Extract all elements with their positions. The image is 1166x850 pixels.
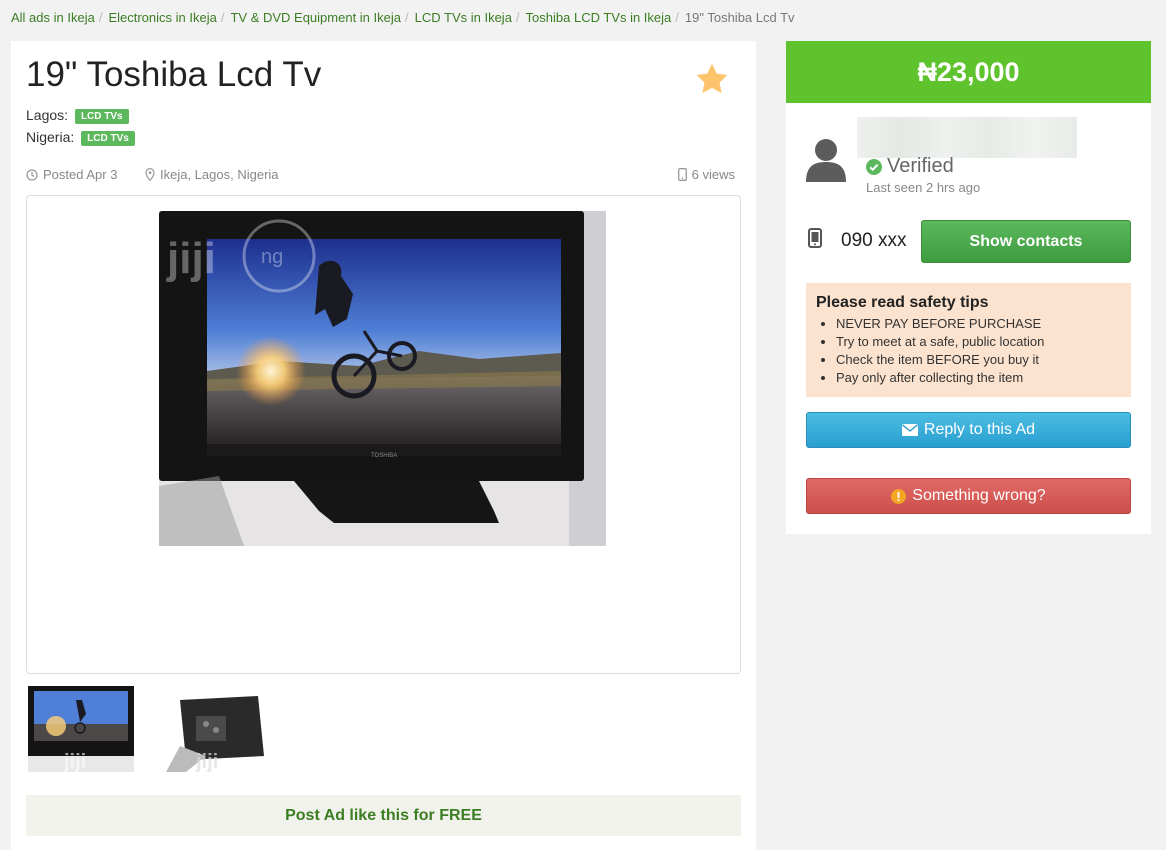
reply-label: Reply to this Ad — [923, 421, 1036, 438]
seller-sidebar: ₦23,000 Verified Last seen 2 hrs ago 090… — [786, 41, 1151, 534]
safety-tip: Pay only after collecting the item — [836, 369, 1121, 387]
safety-tip: Check the item BEFORE you buy it — [836, 351, 1121, 369]
last-seen: Last seen 2 hrs ago — [866, 180, 981, 195]
breadcrumb-link-tv-dvd[interactable]: TV & DVD Equipment in Ikeja — [230, 10, 401, 25]
phone-icon — [808, 228, 822, 248]
svg-text:ng: ng — [261, 246, 283, 268]
tv-brand-label: TOSHIBA — [371, 453, 397, 459]
category-line-lagos: Lagos: LCD TVs — [26, 107, 129, 124]
verified-label: Verified — [887, 155, 954, 177]
posted-text: Posted Apr 3 — [43, 167, 118, 182]
location-text: Ikeja, Lagos, Nigeria — [160, 167, 279, 182]
user-silhouette-icon — [806, 139, 846, 182]
breadcrumb-link-all-ads[interactable]: All ads in Ikeja — [11, 10, 95, 25]
thumbnail-image-2[interactable]: jiji — [166, 686, 272, 772]
breadcrumb-link-toshiba-lcd[interactable]: Toshiba LCD TVs in Ikeja — [526, 10, 672, 25]
map-pin-icon — [145, 168, 155, 181]
exclamation-circle-icon — [891, 488, 907, 504]
category-badge[interactable]: LCD TVs — [81, 131, 135, 146]
category-region: Nigeria: — [26, 129, 75, 145]
wrong-label: Something wrong? — [912, 487, 1046, 504]
reply-to-ad-button[interactable]: Reply to this Ad — [806, 412, 1131, 448]
envelope-icon — [901, 424, 918, 436]
price: ₦23,000 — [786, 41, 1151, 103]
category-line-nigeria: Nigeria: LCD TVs — [26, 129, 135, 146]
phone-number: 090 xxx — [841, 230, 907, 251]
breadcrumb-link-lcd-tvs[interactable]: LCD TVs in Ikeja — [415, 10, 512, 25]
ad-location: Ikeja, Lagos, Nigeria — [145, 167, 279, 182]
posted-date: Posted Apr 3 — [26, 167, 117, 182]
ad-title: 19" Toshiba Lcd Tv — [26, 55, 322, 94]
post-ad-free-button[interactable]: Post Ad like this for FREE — [26, 795, 741, 836]
breadcrumb-current: 19" Toshiba Lcd Tv — [684, 10, 795, 25]
verified-status: Verified — [866, 155, 954, 178]
views-text: 6 views — [691, 167, 735, 182]
safety-tips-title: Please read safety tips — [816, 294, 989, 311]
thumbnail-image-1[interactable]: jiji — [28, 686, 134, 772]
svg-text:jiji: jiji — [166, 234, 216, 283]
clock-icon — [26, 168, 38, 181]
tv-photo: TOSHIBA jiji ng — [159, 211, 606, 546]
safety-tips: Please read safety tips NEVER PAY BEFORE… — [806, 283, 1131, 397]
main-image-viewer[interactable]: TOSHIBA jiji ng — [26, 195, 741, 674]
show-contacts-button[interactable]: Show contacts — [921, 220, 1131, 263]
star-icon[interactable] — [694, 61, 730, 97]
breadcrumb-separator: / — [98, 10, 103, 25]
safety-tip: NEVER PAY BEFORE PURCHASE — [836, 315, 1121, 333]
seller-name-blurred[interactable] — [857, 117, 1077, 158]
view-count: 6 views — [677, 167, 735, 182]
breadcrumb-separator: / — [220, 10, 225, 25]
category-badge[interactable]: LCD TVs — [74, 109, 129, 124]
breadcrumb-separator: / — [675, 10, 679, 25]
thumbnail-watermark: jiji — [195, 751, 218, 772]
something-wrong-button[interactable]: Something wrong? — [806, 478, 1131, 514]
breadcrumb-link-electronics[interactable]: Electronics in Ikeja — [108, 10, 216, 25]
thumbnail-watermark: jiji — [63, 751, 86, 772]
breadcrumb-separator: / — [405, 10, 409, 25]
category-region: Lagos: — [26, 107, 69, 123]
check-circle-icon — [866, 158, 882, 175]
breadcrumb: All ads in Ikeja / Electronics in Ikeja / TV… — [11, 10, 795, 25]
safety-tip: Try to meet at a safe, public location — [836, 333, 1121, 351]
mobile-icon — [677, 168, 687, 181]
breadcrumb-separator: / — [515, 10, 520, 25]
ad-detail-card: 19" Toshiba Lcd Tv Lagos: LCD TVs Nigeri… — [11, 41, 756, 850]
